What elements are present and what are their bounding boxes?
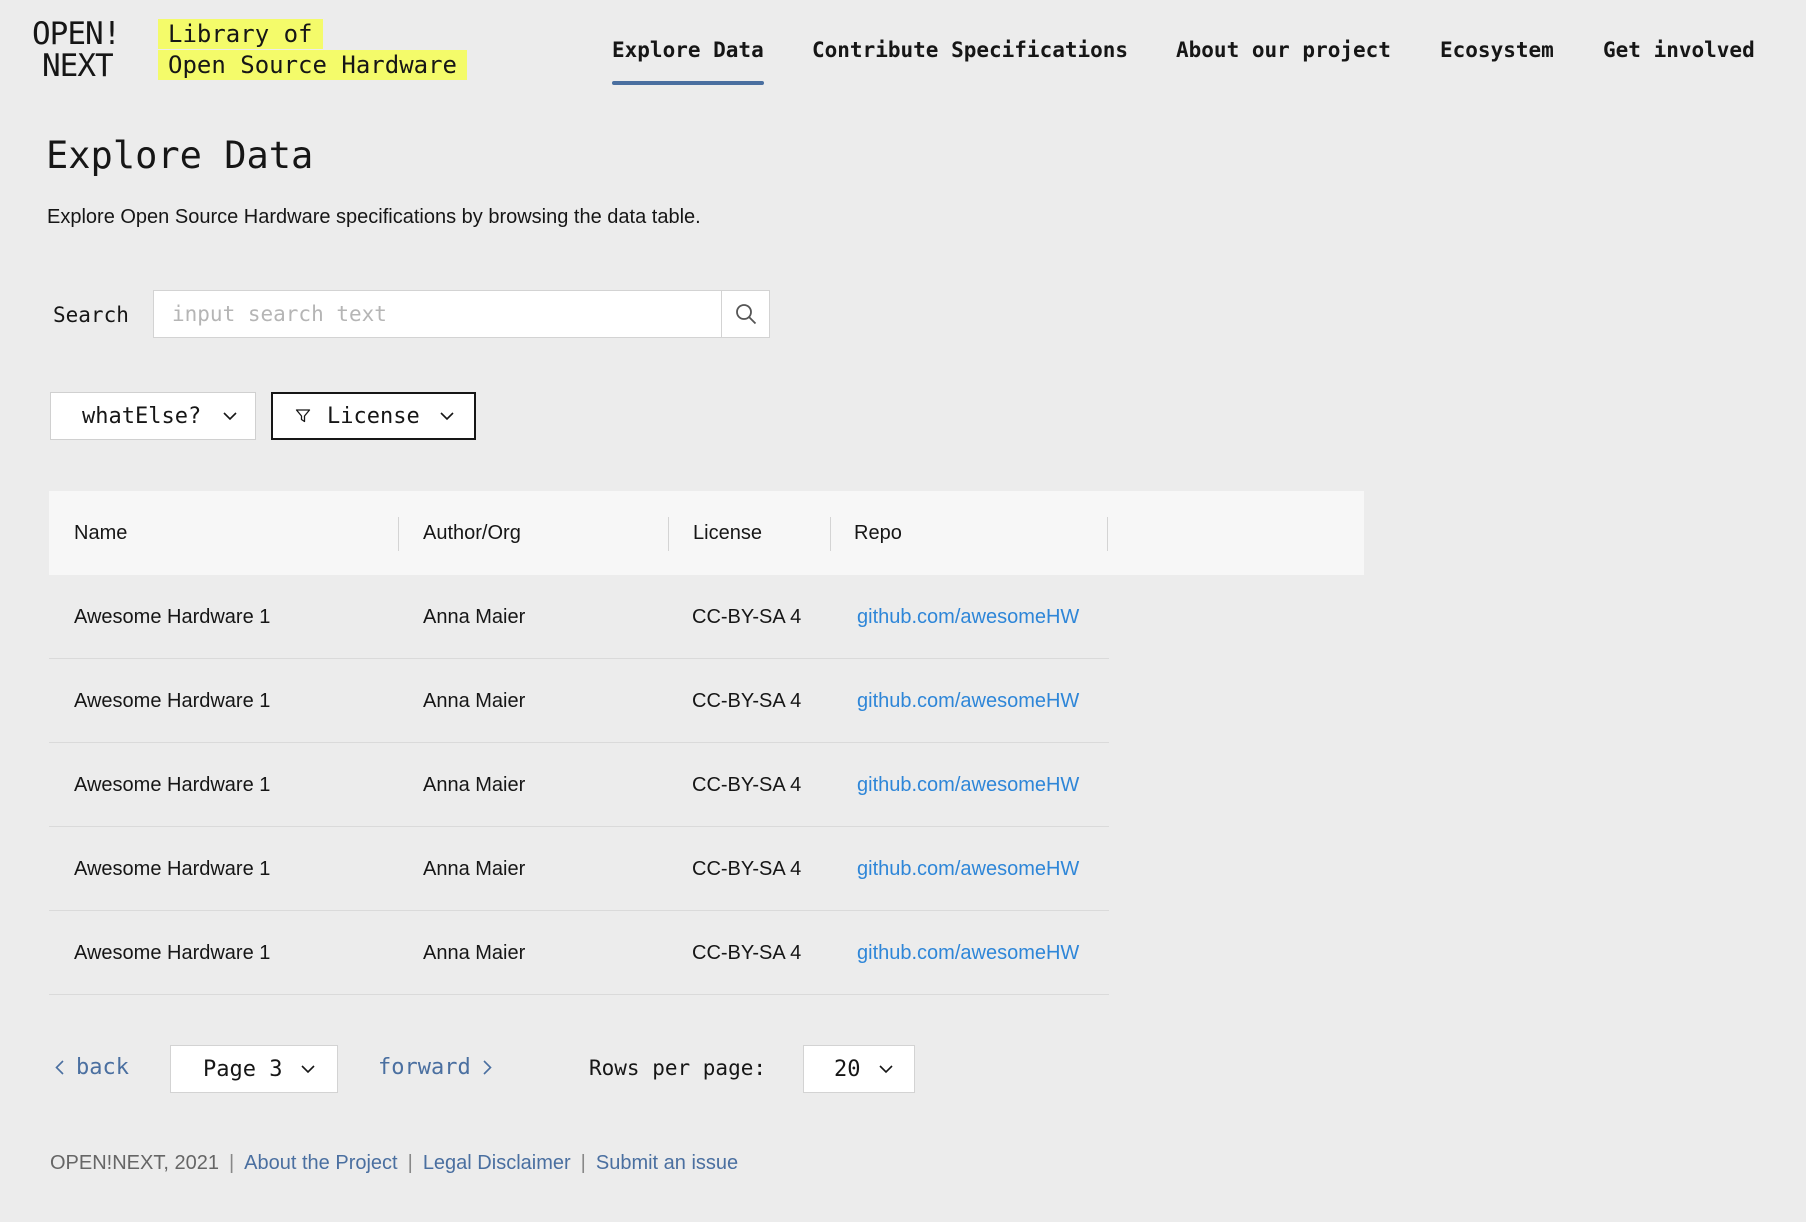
column-divider (830, 517, 831, 551)
footer-link-submit-issue[interactable]: Submit an issue (596, 1152, 738, 1175)
column-divider (668, 517, 669, 551)
search-label: Search (53, 303, 129, 327)
cell-name: Awesome Hardware 1 (74, 690, 271, 712)
cell-repo-link[interactable]: github.com/awesomeHW (857, 690, 1079, 713)
column-header-author[interactable]: Author/Org (423, 522, 521, 545)
chevron-down-icon (301, 1064, 316, 1073)
license-filter-label: License (327, 403, 420, 429)
tagline-line-2: Open Source Hardware (158, 50, 467, 80)
rows-per-page-value: 20 (834, 1056, 861, 1082)
column-header-name[interactable]: Name (74, 522, 127, 545)
cell-license: CC-BY-SA 4 (692, 774, 802, 796)
tagline-line-1: Library of (158, 19, 323, 49)
search-input[interactable] (153, 290, 722, 338)
data-table: Name Author/Org License Repo Awesome Har… (49, 491, 1364, 995)
cell-name: Awesome Hardware 1 (74, 942, 271, 964)
license-filter-dropdown[interactable]: License (271, 392, 476, 440)
back-label: back (76, 1055, 129, 1080)
pagination-back-button[interactable]: back (55, 1055, 129, 1080)
table-row[interactable]: Awesome Hardware 1 Anna Maier CC-BY-SA 4… (49, 827, 1109, 911)
page-description: Explore Open Source Hardware specificati… (47, 206, 701, 228)
chevron-down-icon (440, 411, 454, 420)
chevron-down-icon (878, 1064, 893, 1073)
cell-license: CC-BY-SA 4 (692, 606, 802, 628)
nav-contribute-specifications[interactable]: Contribute Specifications (812, 38, 1128, 62)
table-row[interactable]: Awesome Hardware 1 Anna Maier CC-BY-SA 4… (49, 575, 1109, 659)
cell-repo-link[interactable]: github.com/awesomeHW (857, 858, 1079, 881)
cell-license: CC-BY-SA 4 (692, 690, 802, 712)
search-icon (735, 304, 756, 325)
column-header-repo[interactable]: Repo (854, 522, 902, 545)
cell-license: CC-BY-SA 4 (692, 858, 802, 880)
table-row[interactable]: Awesome Hardware 1 Anna Maier CC-BY-SA 4… (49, 911, 1109, 995)
cell-name: Awesome Hardware 1 (74, 858, 271, 880)
table-row[interactable]: Awesome Hardware 1 Anna Maier CC-BY-SA 4… (49, 659, 1109, 743)
footer-separator: | (228, 1152, 235, 1174)
nav-explore-data[interactable]: Explore Data (612, 38, 764, 85)
whatelse-dropdown[interactable]: whatElse? (50, 392, 256, 440)
search-button[interactable] (721, 290, 770, 338)
cell-license: CC-BY-SA 4 (692, 942, 802, 964)
chevron-right-icon (483, 1060, 492, 1075)
table-row[interactable]: Awesome Hardware 1 Anna Maier CC-BY-SA 4… (49, 743, 1109, 827)
page-select-dropdown[interactable]: Page 3 (170, 1045, 338, 1093)
cell-author: Anna Maier (423, 690, 526, 712)
cell-repo-link[interactable]: github.com/awesomeHW (857, 606, 1079, 629)
footer-link-about[interactable]: About the Project (244, 1152, 397, 1175)
cell-name: Awesome Hardware 1 (74, 606, 271, 628)
cell-repo-link[interactable]: github.com/awesomeHW (857, 774, 1079, 797)
pagination-forward-button[interactable]: forward (378, 1055, 492, 1080)
footer-separator: | (407, 1152, 413, 1174)
whatelse-dropdown-label: whatElse? (82, 403, 202, 429)
page-title: Explore Data (46, 134, 314, 177)
column-divider (398, 517, 399, 551)
nav-about-project[interactable]: About our project (1176, 38, 1391, 62)
footer-link-legal[interactable]: Legal Disclaimer (423, 1152, 571, 1175)
cell-repo-link[interactable]: github.com/awesomeHW (857, 942, 1079, 965)
rows-per-page-dropdown[interactable]: 20 (803, 1045, 915, 1093)
table-header: Name Author/Org License Repo (49, 491, 1364, 575)
rows-per-page-label: Rows per page: (589, 1056, 767, 1080)
chevron-left-icon (55, 1060, 64, 1075)
footer: OPEN!NEXT, 2021 | About the Project | Le… (50, 1152, 738, 1175)
cell-author: Anna Maier (423, 858, 526, 880)
site-logo[interactable]: OPEN! NEXT (32, 18, 130, 82)
cell-author: Anna Maier (423, 774, 526, 796)
column-divider (1107, 517, 1108, 551)
footer-copyright: OPEN!NEXT, 2021 (50, 1152, 219, 1174)
page-select-label: Page 3 (203, 1056, 283, 1082)
logo-line-2: NEXT (42, 48, 114, 84)
chevron-down-icon (223, 411, 237, 420)
logo-line-1: OPEN! (32, 16, 121, 52)
cell-name: Awesome Hardware 1 (74, 774, 271, 796)
cell-author: Anna Maier (423, 606, 526, 628)
nav-get-involved[interactable]: Get involved (1603, 38, 1755, 62)
forward-label: forward (378, 1055, 471, 1080)
column-header-license[interactable]: License (693, 522, 762, 545)
filter-icon (295, 409, 311, 423)
footer-separator: | (580, 1152, 586, 1174)
nav-ecosystem[interactable]: Ecosystem (1440, 38, 1554, 62)
cell-author: Anna Maier (423, 942, 526, 964)
